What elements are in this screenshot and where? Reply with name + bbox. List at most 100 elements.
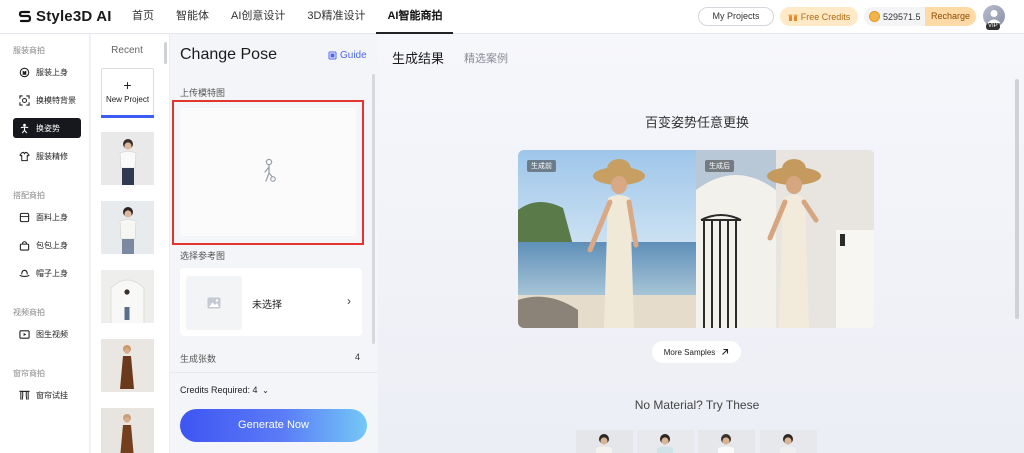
brand-name: Style3D AI — [36, 8, 112, 25]
arrow-up-right-icon — [722, 348, 729, 355]
before-after-comparison: 生成前 生成后 — [518, 150, 875, 328]
before-image: 生成前 — [518, 150, 696, 328]
sidebar-item-garment-on[interactable]: 服装上身 — [13, 62, 81, 82]
hat-icon — [19, 269, 30, 277]
sidebar-item-fabric-on[interactable]: 面料上身 — [13, 207, 81, 227]
model-brown-dress-image — [101, 408, 154, 453]
model-brown-dress-image — [101, 339, 154, 392]
brand-logo[interactable]: Style3D AI — [18, 8, 112, 25]
nav-item-home[interactable]: 首页 — [121, 0, 165, 34]
recent-thumbnail[interactable] — [101, 270, 154, 323]
new-project-selected-indicator — [101, 115, 154, 118]
panel-footer: Credits Required: 4 ⌄ Generate Now — [170, 372, 378, 453]
showcase-headline: 百变姿势任意更换 — [644, 115, 749, 130]
beach-model-image — [518, 150, 696, 328]
sidebar-item-garment-retouch[interactable]: 服装精修 — [13, 146, 81, 166]
sidebar-item-change-pose[interactable]: 换姿势 — [13, 118, 81, 138]
garment-retouch-icon — [19, 151, 30, 161]
sidebar-item-label: 面料上身 — [36, 212, 68, 222]
sidebar-item-hat-on[interactable]: 帽子上身 — [13, 263, 81, 283]
recent-panel: Recent + New Project — [91, 34, 170, 453]
sidebar-item-label: 包包上身 — [36, 240, 68, 250]
upload-model-dropzone[interactable] — [172, 100, 364, 245]
sample-thumbnail[interactable] — [760, 430, 817, 453]
sidebar-item-bag-on[interactable]: 包包上身 — [13, 235, 81, 255]
tshirt-icon — [19, 67, 30, 77]
recharge-button[interactable]: Recharge — [924, 7, 976, 26]
after-tag: 生成后 — [705, 160, 734, 172]
gift-icon — [788, 14, 798, 21]
sample-model-image — [760, 430, 817, 453]
pose-icon — [20, 123, 29, 133]
sidebar-item-label: 服装精修 — [36, 151, 68, 161]
sidebar-item-change-background[interactable]: 换模特背景 — [13, 90, 81, 110]
sample-model-image — [637, 430, 694, 453]
panel-scrollbar[interactable] — [372, 74, 375, 344]
change-pose-panel: Change Pose Guide 上传模特图 选择参考图 未选择 › 生成张数… — [170, 34, 378, 453]
sidebar-item-image-to-video[interactable]: 图生视频 — [13, 324, 81, 344]
sample-model-image — [576, 430, 633, 453]
sample-thumbnail[interactable] — [637, 430, 694, 453]
more-samples-label: More Samples — [663, 347, 716, 357]
model-white-top-image — [101, 201, 154, 254]
curtain-icon — [19, 390, 30, 400]
sample-thumbnail[interactable] — [576, 430, 633, 453]
recent-scrollbar[interactable] — [164, 42, 167, 64]
more-samples-button[interactable]: More Samples — [652, 341, 741, 363]
balance-value: 529571.5 — [883, 11, 921, 22]
chevron-right-icon: › — [347, 294, 351, 308]
image-placeholder-icon — [207, 297, 221, 309]
sidebar-item-label: 图生视频 — [36, 329, 68, 339]
fabric-icon — [19, 212, 30, 222]
tab-results[interactable]: 生成结果 — [392, 48, 444, 67]
count-value[interactable]: 4 — [355, 352, 360, 362]
new-project-button[interactable]: + New Project — [101, 68, 154, 118]
recent-thumbnail[interactable] — [101, 339, 154, 392]
recent-thumbnail[interactable] — [101, 408, 154, 453]
sidebar-section-accessories: 搭配商拍 — [13, 191, 45, 200]
sidebar-section-curtain: 窗帘商拍 — [13, 369, 45, 378]
my-projects-button[interactable]: My Projects — [698, 7, 774, 26]
nav-item-ai-design[interactable]: AI创意设计 — [220, 0, 296, 34]
guide-link[interactable]: Guide — [328, 50, 367, 61]
credits-required[interactable]: Credits Required: 4 ⌄ — [180, 385, 269, 395]
guide-label: Guide — [340, 50, 367, 61]
recent-thumbnail[interactable] — [101, 132, 154, 185]
upload-area[interactable] — [180, 108, 356, 236]
sidebar-section-apparel: 服装商拍 — [13, 46, 45, 55]
credits-required-label: Credits Required: 4 — [180, 385, 258, 395]
no-material-heading: No Material? Try These — [634, 398, 760, 412]
reference-thumbnail — [186, 276, 242, 330]
free-credits-button[interactable]: Free Credits — [780, 7, 858, 26]
reference-selector[interactable]: 未选择 › — [180, 268, 362, 336]
sidebar-item-label: 窗帘试挂 — [36, 390, 68, 400]
generate-now-button[interactable]: Generate Now — [180, 409, 367, 442]
nav-item-agent[interactable]: 智能体 — [165, 0, 220, 34]
after-image: 生成后 — [696, 150, 874, 328]
vip-badge: VIP — [986, 23, 1000, 30]
coin-icon — [869, 11, 880, 22]
style3d-logo-icon — [18, 10, 32, 22]
tab-featured-cases[interactable]: 精选案例 — [464, 50, 508, 66]
sidebar-item-label: 换姿势 — [36, 123, 60, 133]
before-tag: 生成前 — [527, 160, 556, 172]
sidebar-item-curtain-hang[interactable]: 窗帘试挂 — [13, 385, 81, 405]
free-credits-label: Free Credits — [800, 11, 851, 22]
credit-balance: 529571.5 Recharge — [864, 7, 976, 26]
plus-icon: + — [123, 77, 132, 93]
main-nav: 首页 智能体 AI创意设计 3D精准设计 AI智能商拍 — [121, 0, 454, 34]
nav-item-3d-design[interactable]: 3D精准设计 — [296, 0, 376, 34]
sidebar: 服装商拍 服装上身 换模特背景 换姿势 服装精修 搭配商拍 面料上身 包包上身 … — [0, 34, 90, 453]
sidebar-section-video: 视频商拍 — [13, 308, 45, 317]
nav-item-ai-photoshoot[interactable]: AI智能商拍 — [376, 0, 454, 34]
new-project-label: New Project — [105, 95, 150, 104]
chevron-down-icon: ⌄ — [262, 386, 269, 395]
reference-placeholder: 未选择 — [252, 300, 282, 311]
sidebar-item-label: 换模特背景 — [36, 95, 76, 105]
count-label: 生成张数 — [180, 354, 217, 364]
reference-label: 选择参考图 — [180, 251, 226, 261]
sample-model-image — [698, 430, 755, 453]
recent-thumbnail[interactable] — [101, 201, 154, 254]
sample-thumbnail[interactable] — [698, 430, 755, 453]
book-icon — [328, 51, 337, 60]
